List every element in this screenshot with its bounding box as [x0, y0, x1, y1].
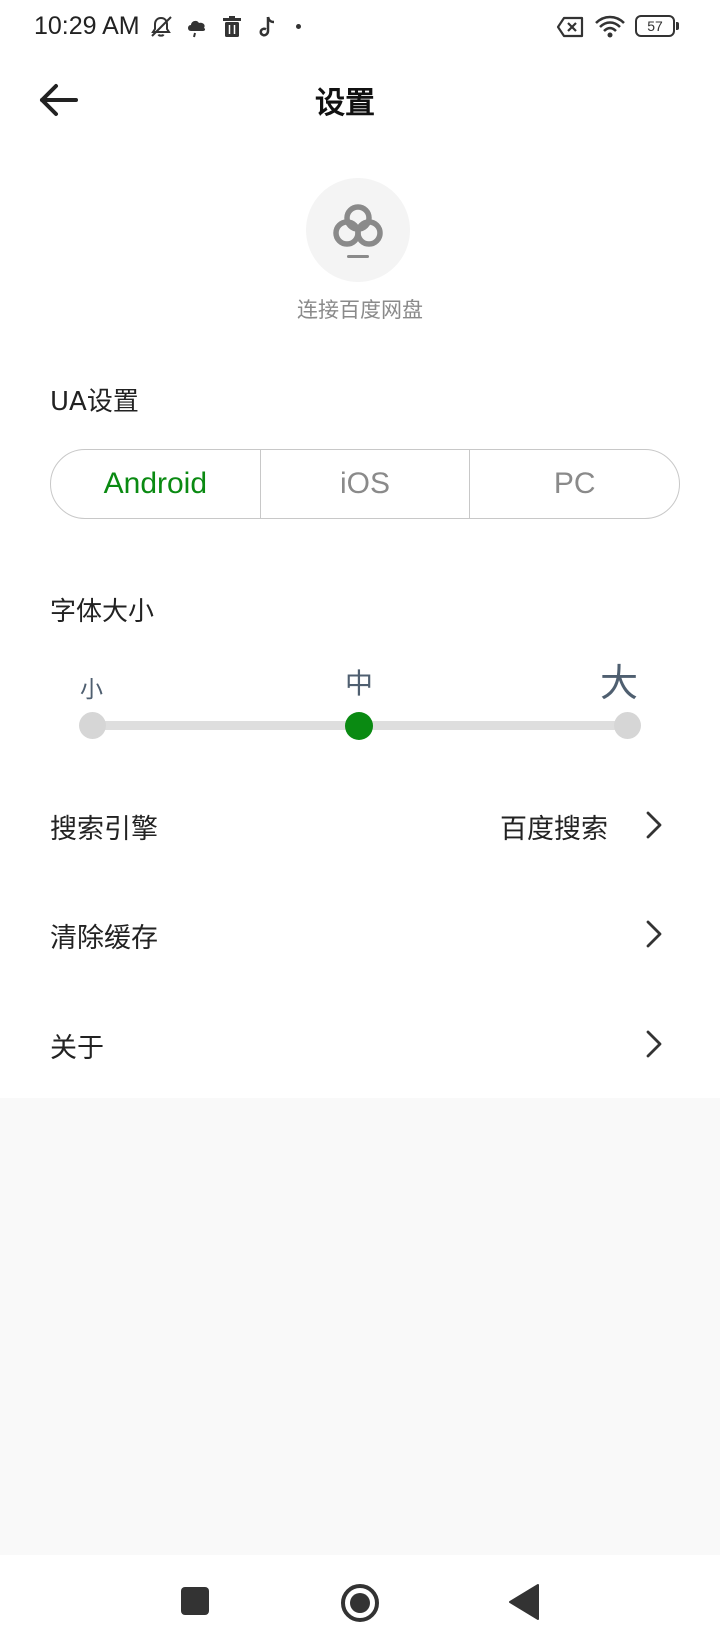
- sim-off-icon: [556, 16, 584, 38]
- font-size-stop-large[interactable]: [614, 712, 641, 739]
- system-nav-bar: [0, 1555, 720, 1650]
- ua-settings-label: UA设置: [50, 387, 139, 417]
- baidu-connect-label[interactable]: 连接百度网盘: [0, 294, 720, 324]
- search-engine-value: 百度搜索: [500, 814, 608, 845]
- wifi-icon: [595, 15, 625, 38]
- weather-icon: [188, 20, 206, 38]
- home-circle-icon[interactable]: [339, 1582, 381, 1624]
- ua-segmented-control: Android iOS PC: [50, 449, 680, 519]
- chevron-right-icon: [646, 1030, 662, 1058]
- status-time: 10:29 AM: [34, 12, 140, 40]
- about-row[interactable]: 关于: [0, 994, 720, 1094]
- ua-option-android[interactable]: Android: [51, 450, 260, 518]
- search-engine-row[interactable]: 搜索引擎 百度搜索: [0, 775, 720, 875]
- trash-icon: [223, 16, 241, 37]
- status-bar: 10:29 AM 57: [0, 0, 720, 56]
- font-size-large-label[interactable]: 大: [600, 652, 638, 707]
- about-label: 关于: [50, 1033, 104, 1064]
- font-size-label: 字体大小: [50, 597, 155, 627]
- clear-cache-label: 清除缓存: [50, 923, 158, 954]
- battery-icon: 57: [635, 15, 675, 37]
- ua-option-pc[interactable]: PC: [469, 450, 679, 518]
- notification-dot-icon: [296, 24, 301, 29]
- page-title: 设置: [315, 86, 375, 121]
- tiktok-icon: [259, 16, 275, 37]
- baidu-cloud-icon: [333, 204, 383, 258]
- back-triangle-icon[interactable]: [508, 1583, 540, 1621]
- font-size-medium-label[interactable]: 中: [345, 662, 373, 702]
- ua-option-ios[interactable]: iOS: [259, 450, 470, 518]
- mute-icon: [151, 16, 172, 37]
- clear-cache-row[interactable]: 清除缓存: [0, 884, 720, 984]
- baidu-connect-button[interactable]: [306, 178, 410, 282]
- app-bar: 设置: [0, 56, 720, 144]
- search-engine-label: 搜索引擎: [50, 814, 158, 845]
- font-size-slider-thumb[interactable]: [345, 712, 373, 740]
- font-size-small-label[interactable]: 小: [80, 670, 103, 704]
- chevron-right-icon: [646, 811, 662, 839]
- font-size-stop-small[interactable]: [79, 712, 106, 739]
- empty-area: [0, 1098, 720, 1555]
- recents-square-icon[interactable]: [180, 1586, 210, 1616]
- chevron-right-icon: [646, 920, 662, 948]
- battery-tip: [676, 22, 679, 30]
